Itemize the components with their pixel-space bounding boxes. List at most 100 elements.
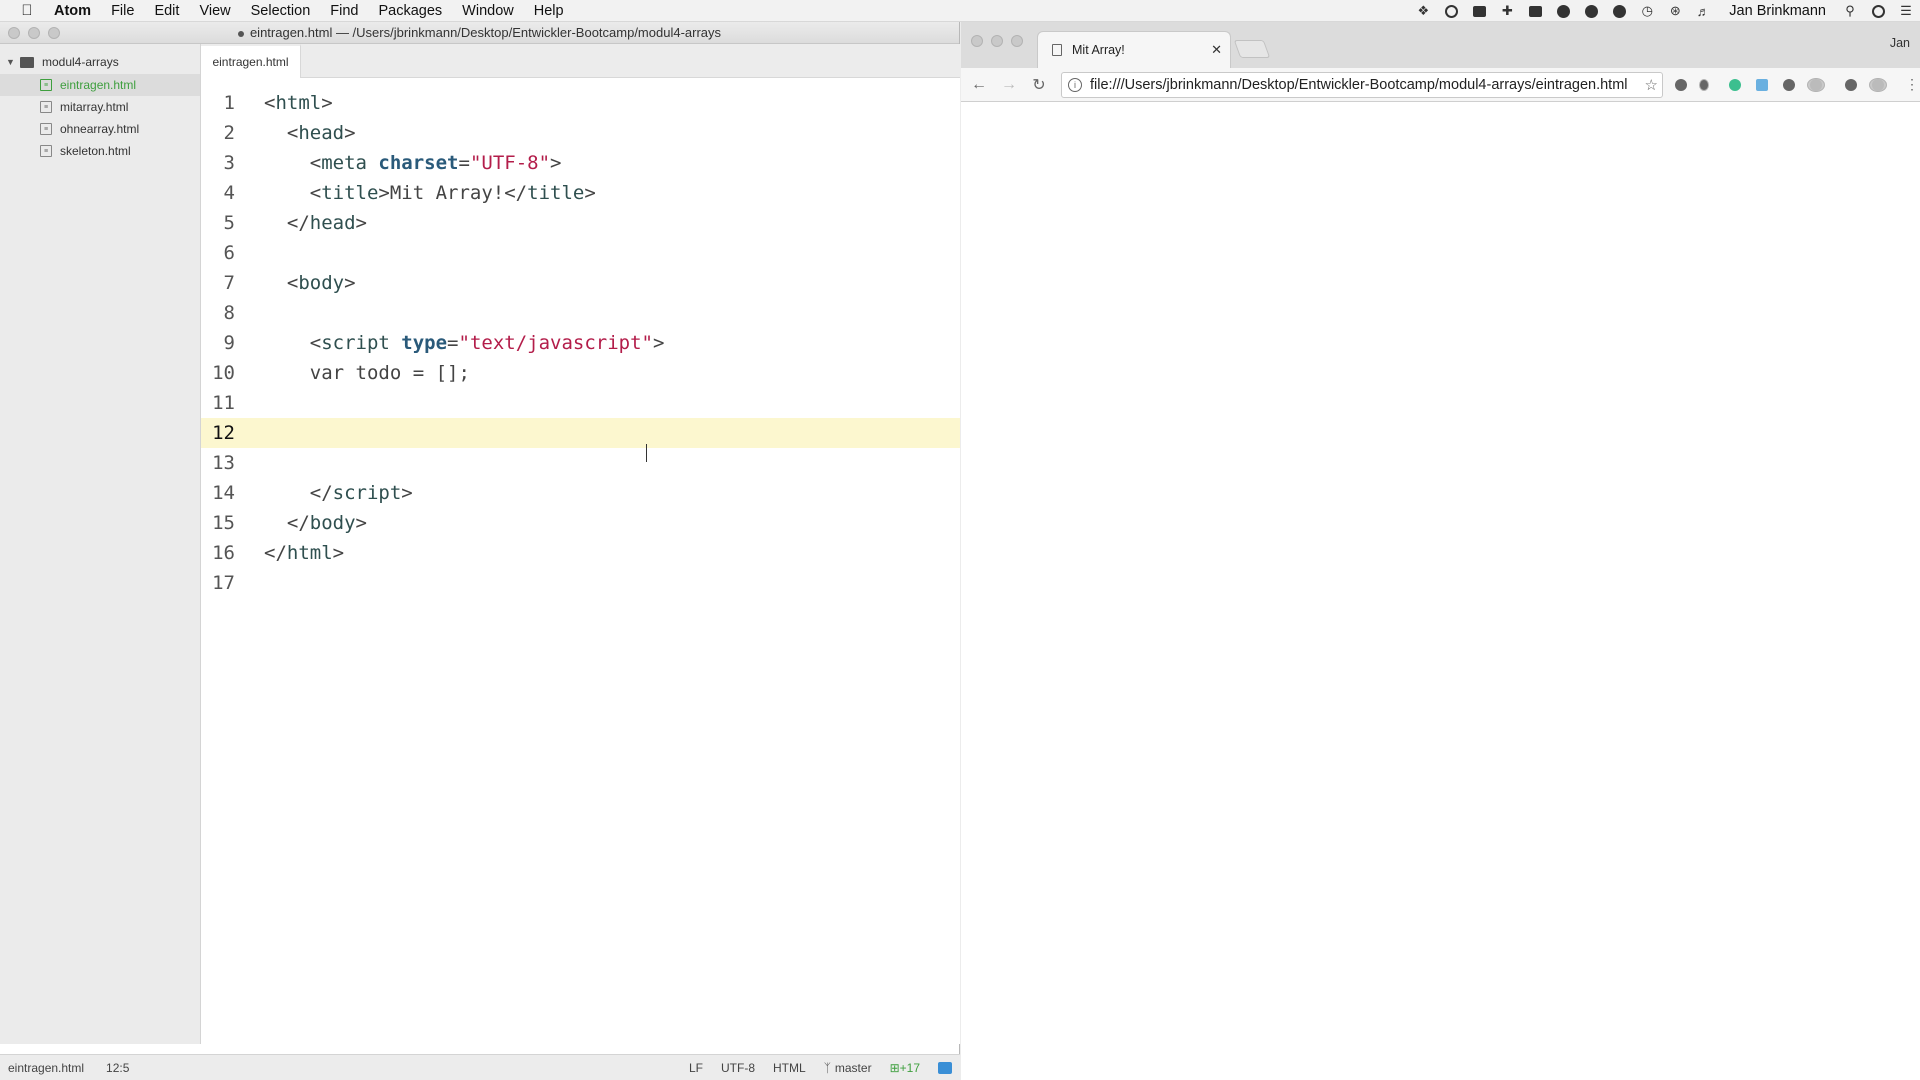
app-icon[interactable] bbox=[1580, 3, 1602, 19]
menu-packages[interactable]: Packages bbox=[368, 0, 452, 22]
volume-icon[interactable]: ♬ bbox=[1692, 3, 1714, 19]
file-icon bbox=[237, 30, 244, 37]
menu-edit[interactable]: Edit bbox=[144, 0, 189, 22]
code-token: > bbox=[355, 512, 367, 534]
bookmark-star-icon[interactable]: ☆ bbox=[1645, 76, 1658, 94]
menu-app-name[interactable]: Atom bbox=[44, 0, 101, 22]
menu-find[interactable]: Find bbox=[320, 0, 368, 22]
minimize-window-button[interactable] bbox=[991, 35, 1003, 47]
tab-eintragen[interactable]: eintragen.html bbox=[201, 44, 301, 78]
layers-extension-icon[interactable] bbox=[1672, 78, 1690, 92]
minimize-window-button[interactable] bbox=[28, 27, 40, 39]
code-token: > bbox=[355, 212, 367, 234]
back-arrow-icon[interactable]: ← bbox=[967, 76, 991, 94]
editor-pane: eintragen.html 1 <html> 2 <head> 3 <meta ch… bbox=[201, 44, 960, 1044]
tree-file-ohnearray[interactable]: ≡ ohnearray.html bbox=[0, 118, 200, 140]
code-token: "text/javascript" bbox=[458, 332, 653, 354]
browser-page-content[interactable] bbox=[961, 102, 1920, 1080]
code-line[interactable]: 3 <meta charset="UTF-8"> bbox=[201, 148, 960, 178]
package-updates-icon[interactable] bbox=[938, 1061, 952, 1074]
creative-cloud-icon[interactable] bbox=[1440, 3, 1462, 19]
code-editor[interactable]: 1 <html> 2 <head> 3 <meta charset="UTF-8"> 4… bbox=[201, 88, 960, 598]
folder-icon bbox=[20, 56, 34, 68]
code-line[interactable]: 1 <html> bbox=[201, 88, 960, 118]
reload-icon[interactable]: ↻ bbox=[1027, 75, 1051, 95]
forward-arrow-icon[interactable]: → bbox=[997, 76, 1021, 94]
1password-icon[interactable] bbox=[1552, 3, 1574, 19]
editor-tab-bar: eintragen.html bbox=[201, 44, 960, 78]
zoom-window-button[interactable] bbox=[48, 27, 60, 39]
camera-icon[interactable] bbox=[1468, 3, 1490, 19]
blue-extension-icon[interactable] bbox=[1753, 78, 1771, 92]
chevron-down-icon[interactable]: ▼ bbox=[6, 57, 16, 67]
browser-tab-strip: Mit Array! ✕ Jan bbox=[961, 22, 1920, 68]
code-line[interactable]: 8 bbox=[201, 298, 960, 328]
status-line-ending[interactable]: LF bbox=[689, 1061, 703, 1075]
evernote-extension-icon[interactable] bbox=[1780, 78, 1798, 92]
status-git-changes[interactable]: ⊞+17 bbox=[890, 1061, 920, 1075]
menu-file[interactable]: File bbox=[101, 0, 144, 22]
info-icon[interactable]: i bbox=[1068, 77, 1082, 92]
status-file-path[interactable]: eintragen.html bbox=[8, 1061, 84, 1075]
notification-icon[interactable] bbox=[1608, 3, 1630, 19]
drive-icon[interactable] bbox=[1524, 3, 1546, 19]
code-line[interactable]: 14 </script> bbox=[201, 478, 960, 508]
pill-extension-icon[interactable] bbox=[1807, 77, 1825, 92]
code-line[interactable]: 11 bbox=[201, 388, 960, 418]
tree-file-skeleton[interactable]: ≡ skeleton.html bbox=[0, 140, 200, 162]
code-token: meta bbox=[321, 152, 379, 174]
bird-extension-icon[interactable] bbox=[1842, 78, 1860, 92]
siri-icon[interactable] bbox=[1867, 3, 1889, 19]
code-token: html bbox=[275, 92, 322, 114]
code-line[interactable]: 9 <script type="text/javascript"> bbox=[201, 328, 960, 358]
info-extension-icon[interactable] bbox=[1699, 78, 1717, 92]
line-number: 4 bbox=[223, 182, 235, 204]
status-grammar[interactable]: HTML bbox=[773, 1061, 806, 1075]
menu-view[interactable]: View bbox=[189, 0, 240, 22]
code-line[interactable]: 16 </html> bbox=[201, 538, 960, 568]
line-number: 13 bbox=[212, 452, 235, 474]
code-line[interactable]: 13 bbox=[201, 448, 960, 478]
green-extension-icon[interactable] bbox=[1726, 78, 1744, 92]
spotlight-search-icon[interactable]: ⚲ bbox=[1839, 3, 1861, 19]
time-machine-icon[interactable]: ◷ bbox=[1636, 3, 1658, 19]
browser-tab[interactable]: Mit Array! ✕ bbox=[1037, 31, 1231, 68]
browser-menu-icon[interactable]: ⋮ bbox=[1905, 76, 1919, 93]
bluetooth-icon[interactable]: ⊛ bbox=[1664, 3, 1686, 19]
code-line[interactable]: 12 bbox=[201, 418, 960, 448]
close-window-button[interactable] bbox=[8, 27, 20, 39]
code-line[interactable]: 15 </body> bbox=[201, 508, 960, 538]
close-window-button[interactable] bbox=[971, 35, 983, 47]
plus-icon[interactable]: ✚ bbox=[1496, 3, 1518, 19]
close-icon[interactable]: ✕ bbox=[1211, 42, 1222, 58]
apple-logo-icon[interactable]:  bbox=[14, 2, 40, 19]
notification-center-icon[interactable]: ☰ bbox=[1895, 3, 1917, 19]
zoom-window-button[interactable] bbox=[1011, 35, 1023, 47]
code-line[interactable]: 10 var todo = []; bbox=[201, 358, 960, 388]
browser-profile[interactable]: Jan bbox=[1890, 36, 1910, 50]
new-tab-button[interactable] bbox=[1233, 40, 1271, 58]
menu-help[interactable]: Help bbox=[524, 0, 574, 22]
code-line[interactable]: 4 <title>Mit Array!</title> bbox=[201, 178, 960, 208]
tree-file-eintragen[interactable]: ≡ eintragen.html bbox=[0, 74, 200, 96]
address-bar[interactable]: i file:///Users/jbrinkmann/Desktop/Entwi… bbox=[1061, 71, 1663, 98]
tree-file-mitarray[interactable]: ≡ mitarray.html bbox=[0, 96, 200, 118]
code-line[interactable]: 6 bbox=[201, 238, 960, 268]
code-line[interactable]: 17 bbox=[201, 568, 960, 598]
status-cursor-position[interactable]: 12:5 bbox=[106, 1061, 129, 1075]
text-cursor-icon bbox=[646, 444, 656, 462]
tree-root-folder[interactable]: ▼ modul4-arrays bbox=[0, 50, 200, 74]
camera-extension-icon[interactable] bbox=[1869, 77, 1887, 92]
line-text: </body> bbox=[264, 508, 367, 538]
code-line[interactable]: 2 <head> bbox=[201, 118, 960, 148]
menu-bar-tray: ❖ ✚ ◷ ⊛ ♬ Jan Brinkmann ⚲ ☰ bbox=[1409, 0, 1920, 22]
code-line[interactable]: 7 <body> bbox=[201, 268, 960, 298]
menu-selection[interactable]: Selection bbox=[241, 0, 321, 22]
file-icon: ≡ bbox=[40, 79, 52, 91]
menu-window[interactable]: Window bbox=[452, 0, 524, 22]
status-git-branch[interactable]: ᛉ master bbox=[824, 1061, 872, 1075]
menu-bar-user[interactable]: Jan Brinkmann bbox=[1729, 3, 1826, 19]
code-line[interactable]: 5 </head> bbox=[201, 208, 960, 238]
dropbox-icon[interactable]: ❖ bbox=[1412, 3, 1434, 19]
status-encoding[interactable]: UTF-8 bbox=[721, 1061, 755, 1075]
